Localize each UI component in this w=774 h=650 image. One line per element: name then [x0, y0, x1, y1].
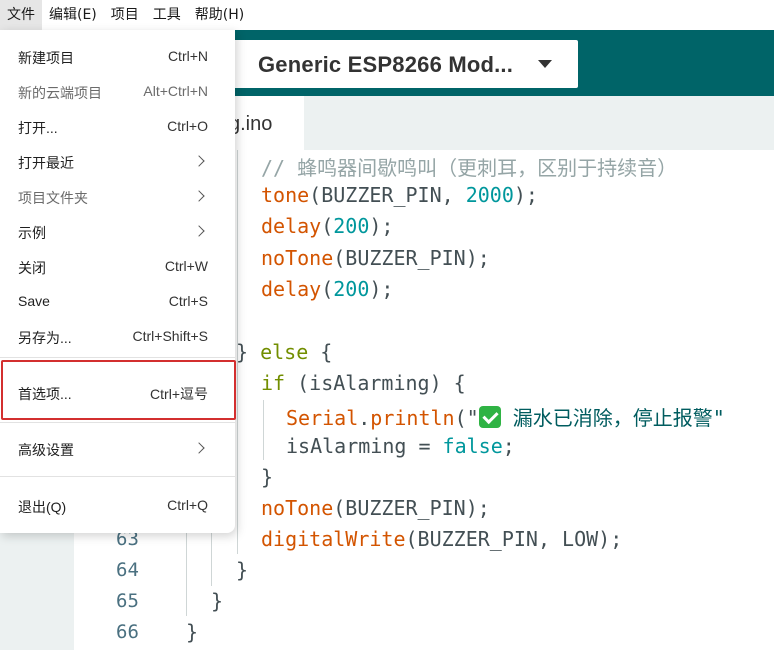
file-menu-dropdown: 新建项目 Ctrl+N 新的云端项目 Alt+Ctrl+N 打开... Ctrl…: [0, 30, 235, 533]
code-token: (: [321, 214, 334, 238]
menu-item-save[interactable]: Save Ctrl+S: [0, 285, 235, 320]
code-token: false: [442, 434, 503, 458]
menu-help[interactable]: 帮助(H): [188, 0, 251, 30]
code-token: 漏水已消除，停止报警": [500, 406, 725, 430]
code-token: );: [369, 277, 394, 301]
menu-item-label: Save: [18, 293, 50, 309]
code-line: }: [261, 465, 274, 489]
check-mark-icon: [478, 406, 501, 428]
menu-edit[interactable]: 编辑(E): [42, 0, 104, 30]
code-token: noTone: [261, 246, 334, 270]
menu-item-save-as[interactable]: 另存为... Ctrl+Shift+S: [0, 320, 235, 355]
menu-separator: [0, 357, 235, 358]
code-token: .: [358, 406, 371, 430]
chevron-right-icon: [193, 225, 205, 237]
menu-item-label: 高级设置: [18, 442, 74, 458]
menu-item-close[interactable]: 关闭 Ctrl+W: [0, 250, 235, 285]
menu-file[interactable]: 文件: [0, 0, 42, 30]
code-line: delay(200);: [261, 277, 393, 301]
menu-item-label: 打开最近: [18, 155, 74, 171]
code-line: } else {: [236, 340, 332, 364]
code-line: }: [211, 589, 224, 613]
code-line: }: [186, 620, 199, 644]
code-line: noTone(BUZZER_PIN);: [261, 246, 490, 270]
menu-item-label: 项目文件夹: [18, 190, 88, 206]
code-token: delay: [261, 277, 322, 301]
chevron-right-icon: [193, 155, 205, 167]
menu-item-open-recent[interactable]: 打开最近: [0, 145, 235, 180]
code-token: );: [513, 183, 538, 207]
code-token: digitalWrite: [261, 527, 406, 551]
menu-sketch[interactable]: 项目: [104, 0, 146, 30]
menu-item-label: 示例: [18, 225, 46, 241]
code-token: Serial: [286, 406, 359, 430]
code-token: else: [260, 340, 309, 364]
menu-item-sketchbook[interactable]: 项目文件夹: [0, 180, 235, 215]
menu-item-label: 退出(Q): [18, 499, 67, 515]
code-token: noTone: [261, 496, 334, 520]
menu-item-new-cloud-sketch[interactable]: 新的云端项目 Alt+Ctrl+N: [0, 75, 235, 110]
menu-item-open[interactable]: 打开... Ctrl+O: [0, 110, 235, 145]
code-token: (": [454, 406, 479, 430]
board-selector[interactable]: Generic ESP8266 Mod...: [232, 40, 578, 88]
menu-item-shortcut: Ctrl+Q: [167, 497, 208, 513]
menu-item-shortcut: Ctrl+W: [164, 258, 208, 274]
code-token: );: [369, 214, 394, 238]
code-comment: // 蜂鸣器间歇鸣叫（更刺耳，区别于持续音）: [261, 156, 678, 180]
code-line: Serial.println(" 漏水已消除，停止报警": [286, 402, 725, 431]
menu-item-label: 打开...: [18, 120, 58, 136]
code-token: (: [321, 277, 334, 301]
menu-separator: [0, 476, 235, 477]
menu-item-shortcut: Alt+Ctrl+N: [143, 83, 208, 99]
code-token: delay: [261, 214, 322, 238]
code-line: tone(BUZZER_PIN, 2000);: [261, 183, 538, 207]
menu-item-advanced[interactable]: 高级设置: [0, 432, 235, 467]
board-label: Generic ESP8266 Mod...: [258, 52, 514, 77]
code-token: tone: [261, 183, 310, 207]
line-number: 64: [116, 559, 139, 581]
menu-item-label: 新建项目: [18, 50, 74, 66]
code-token: 200: [333, 214, 370, 238]
menu-item-examples[interactable]: 示例: [0, 215, 235, 250]
code-token: 200: [333, 277, 370, 301]
code-line: if (isAlarming) {: [261, 371, 466, 395]
code-token: (BUZZER_PIN);: [333, 246, 490, 270]
code-token: (BUZZER_PIN, LOW);: [405, 527, 623, 551]
menu-item-new-sketch[interactable]: 新建项目 Ctrl+N: [0, 40, 235, 75]
menu-item-shortcut: Ctrl+Shift+S: [132, 328, 208, 344]
menu-item-shortcut: Ctrl+S: [168, 293, 208, 309]
menu-item-label: 新的云端项目: [18, 85, 102, 101]
chevron-right-icon: [193, 442, 205, 454]
code-token: if: [261, 371, 286, 395]
menu-item-label: 另存为...: [18, 330, 72, 346]
chevron-right-icon: [193, 190, 205, 202]
menu-separator: [0, 422, 235, 423]
tab-label: g.ino: [229, 113, 273, 135]
menu-item-shortcut: Ctrl+O: [167, 118, 208, 134]
caret-down-icon: [538, 60, 552, 68]
code-token: 2000: [465, 183, 514, 207]
code-line: delay(200);: [261, 214, 393, 238]
code-token: (isAlarming) {: [285, 371, 466, 395]
code-editor[interactable]: // 蜂鸣器间歇鸣叫（更刺耳，区别于持续音） tone(BUZZER_PIN, …: [186, 150, 774, 650]
menu-bar: 文件 编辑(E) 项目 工具 帮助(H): [0, 0, 774, 30]
code-token: }: [236, 340, 261, 364]
code-line: noTone(BUZZER_PIN);: [261, 496, 490, 520]
code-token: println: [370, 406, 455, 430]
code-line: digitalWrite(BUZZER_PIN, LOW);: [261, 527, 622, 551]
line-number: 66: [116, 621, 139, 643]
menu-item-quit[interactable]: 退出(Q) Ctrl+Q: [0, 489, 235, 524]
code-line: }: [236, 558, 249, 582]
menu-item-shortcut: Ctrl+N: [167, 48, 208, 64]
code-token: (BUZZER_PIN,: [309, 183, 466, 207]
code-token: isAlarming =: [286, 434, 443, 458]
highlight-box: [1, 360, 236, 420]
menu-item-label: 关闭: [18, 260, 46, 276]
code-token: ;: [502, 434, 515, 458]
code-line: isAlarming = false;: [286, 434, 515, 458]
code-token: (BUZZER_PIN);: [333, 496, 490, 520]
code-token: {: [308, 340, 333, 364]
menu-tools[interactable]: 工具: [146, 0, 188, 30]
line-number: 65: [116, 590, 139, 612]
